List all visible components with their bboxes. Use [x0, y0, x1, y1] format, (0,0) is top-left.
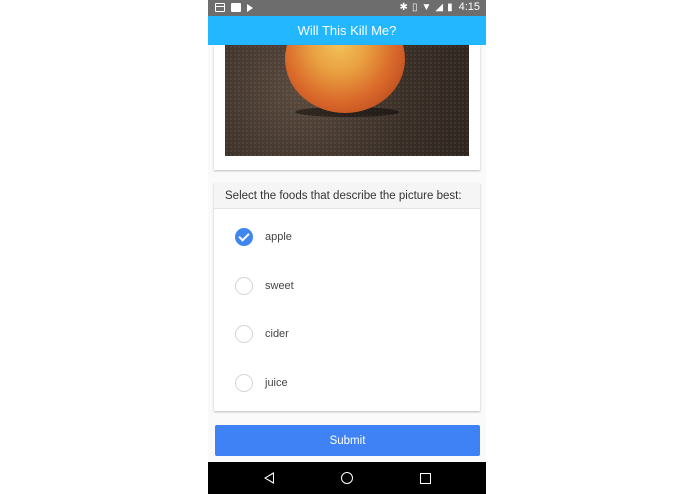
option-juice[interactable]: juice — [235, 373, 288, 393]
option-label: sweet — [265, 280, 294, 292]
home-icon[interactable] — [341, 472, 353, 484]
option-label: apple — [265, 231, 292, 243]
status-bar: ✱ ▯ ▼ ◢ ▮ 4:15 — [208, 0, 486, 16]
wifi-icon: ▼ — [421, 1, 432, 13]
status-right-icons: ✱ ▯ ▼ ◢ ▮ 4:15 — [400, 1, 480, 13]
status-time: 4:15 — [458, 1, 480, 13]
recents-icon[interactable] — [420, 473, 431, 484]
app-title: Will This Kill Me? — [297, 23, 397, 38]
app-bar: Will This Kill Me? — [208, 16, 486, 45]
option-label: cider — [265, 328, 289, 340]
option-sweet[interactable]: sweet — [235, 276, 294, 296]
calendar-icon — [215, 3, 225, 12]
battery-icon: ▮ — [447, 1, 453, 13]
image-icon — [231, 3, 241, 12]
vibrate-icon: ▯ — [411, 1, 418, 13]
checkbox-unchecked[interactable] — [235, 374, 253, 392]
signal-icon: ◢ — [435, 1, 444, 13]
status-left-icons — [215, 3, 253, 12]
checkbox-checked[interactable] — [235, 228, 253, 246]
question-prompt: Select the foods that describe the pictu… — [214, 183, 480, 209]
phone-screen: ✱ ▯ ▼ ◢ ▮ 4:15 Will This Kill Me? Select… — [208, 0, 486, 494]
image-card — [214, 45, 480, 170]
question-card: Select the foods that describe the pictu… — [214, 183, 480, 411]
option-label: juice — [265, 377, 288, 389]
submit-button[interactable]: Submit — [215, 425, 480, 456]
check-icon — [238, 230, 250, 242]
checkbox-unchecked[interactable] — [235, 325, 253, 343]
checkbox-unchecked[interactable] — [235, 277, 253, 295]
option-cider[interactable]: cider — [235, 324, 289, 344]
option-apple[interactable]: apple — [235, 227, 292, 247]
play-icon — [247, 3, 253, 12]
food-photo — [225, 45, 469, 156]
navigation-bar — [208, 462, 486, 494]
bluetooth-icon: ✱ — [399, 1, 408, 13]
back-icon[interactable] — [264, 472, 274, 484]
